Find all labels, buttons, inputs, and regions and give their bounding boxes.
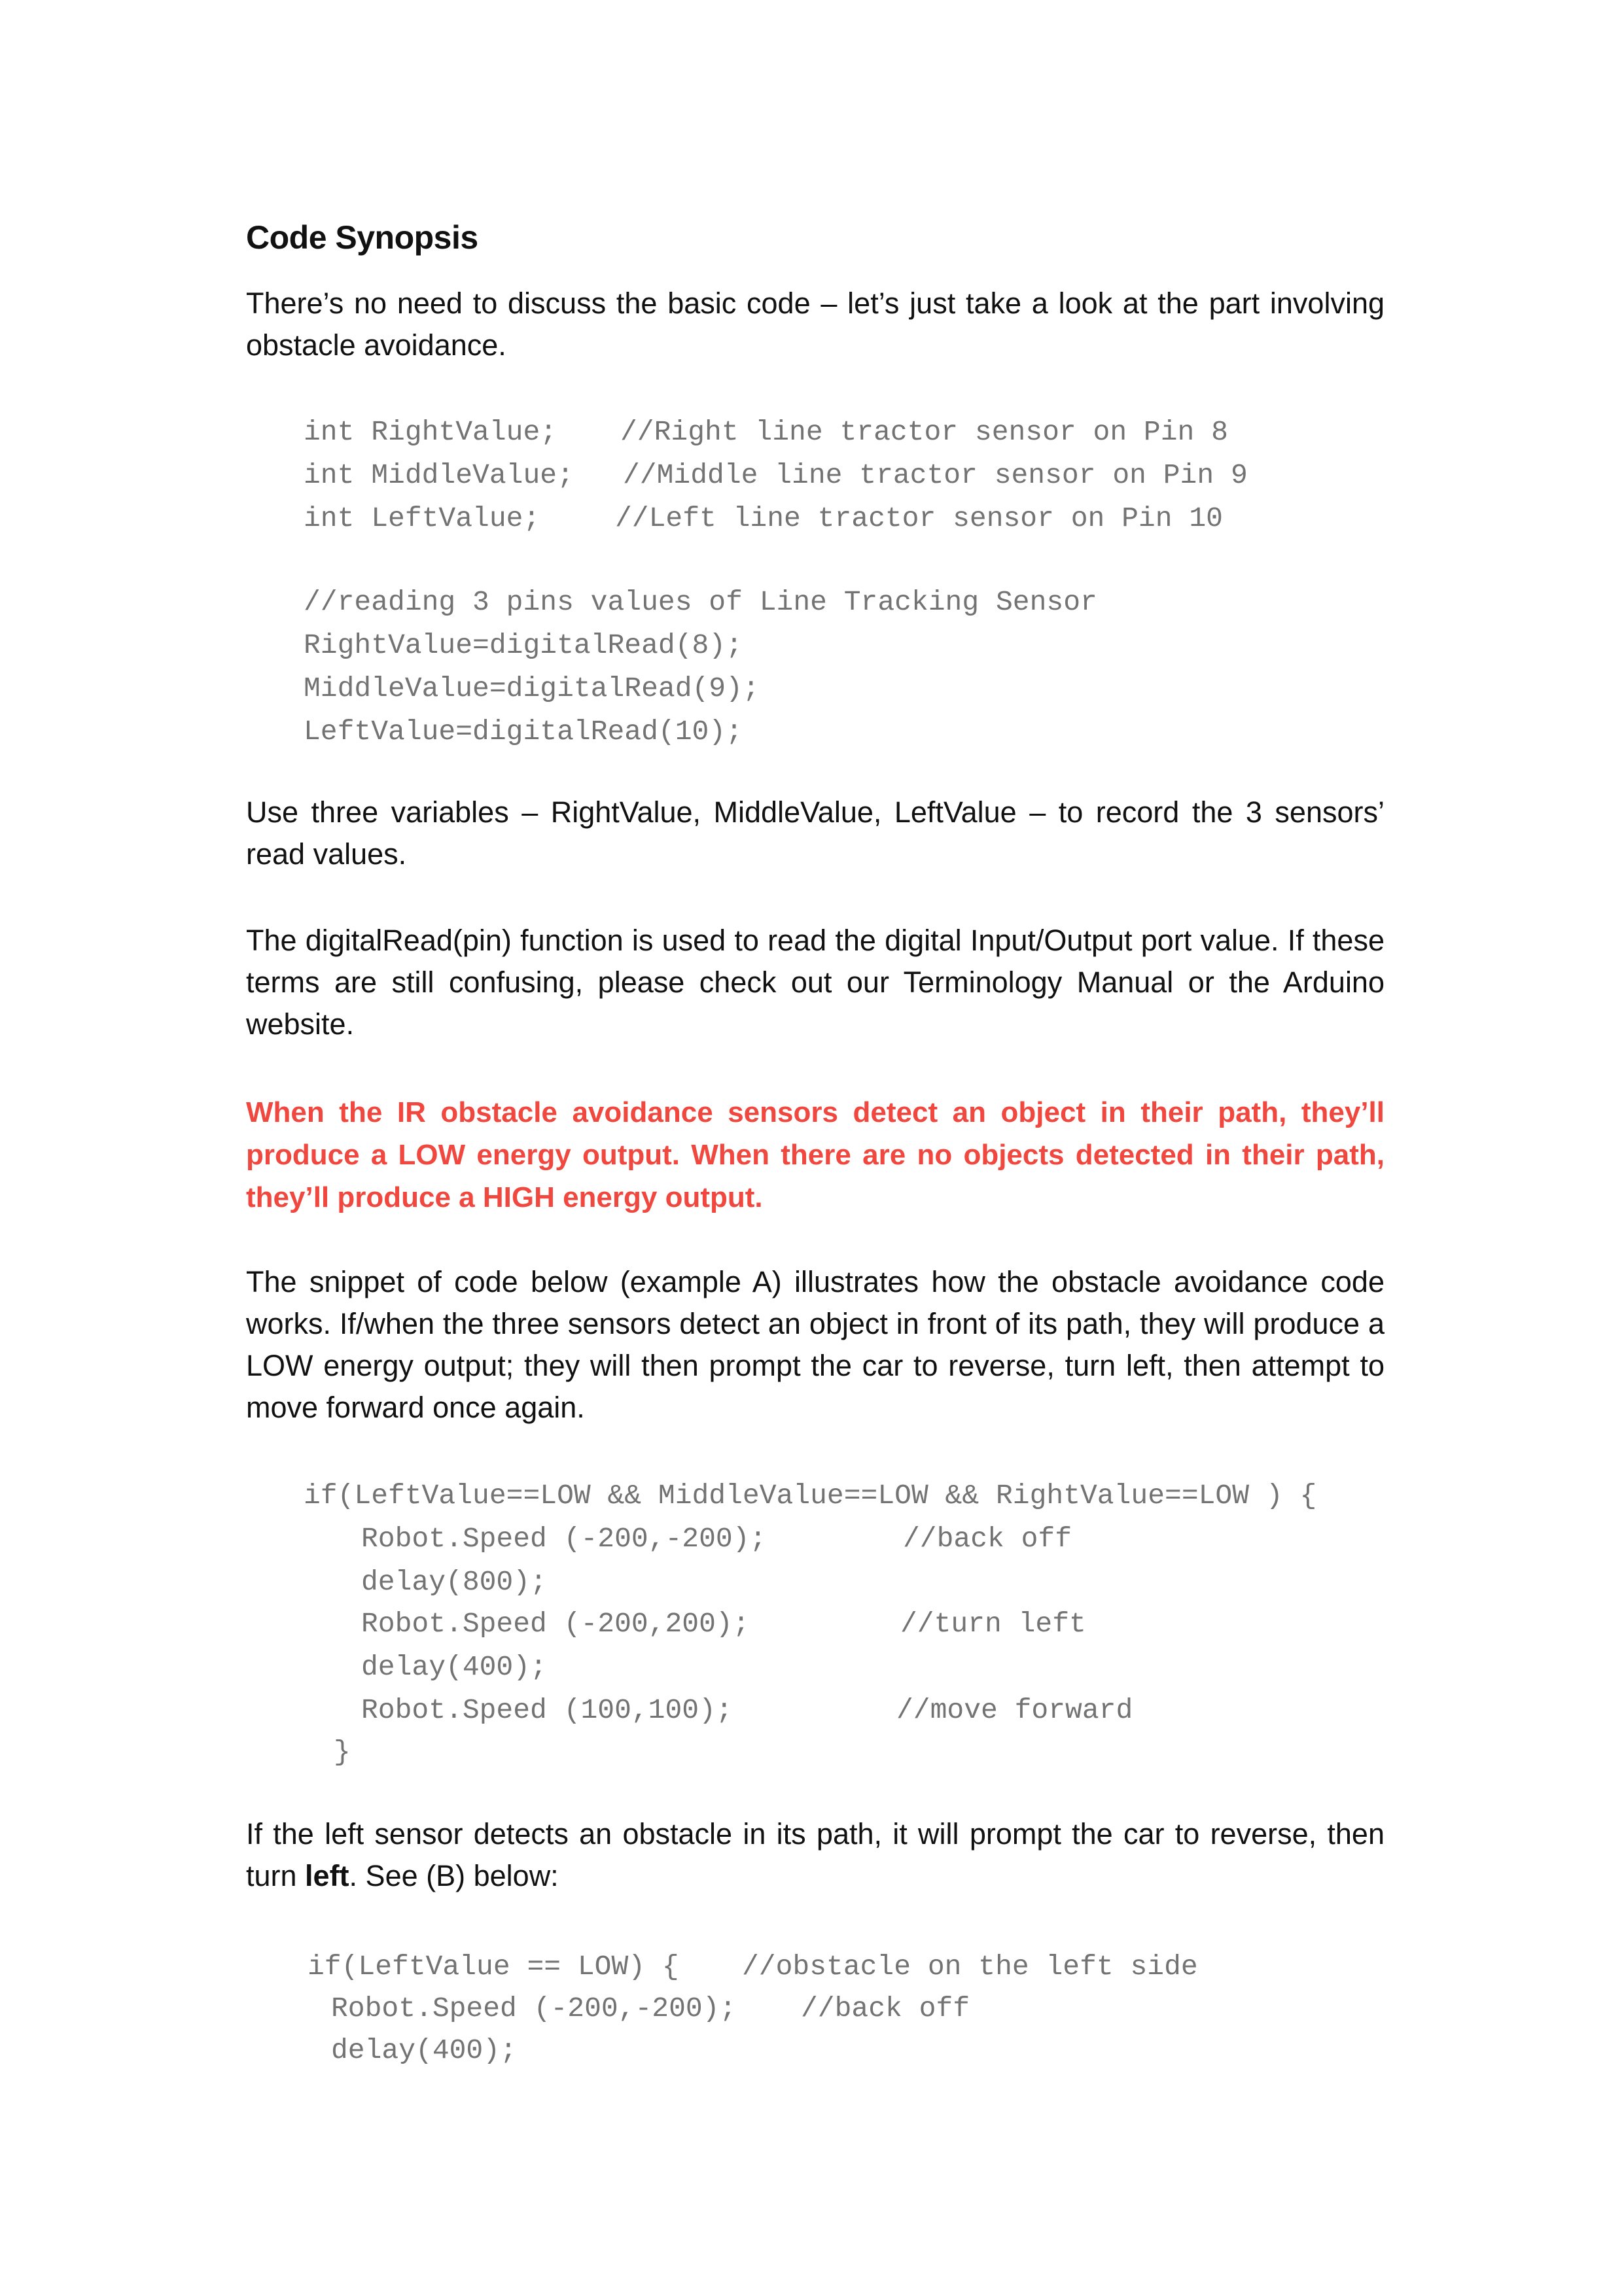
document-page: Code Synopsis There’s no need to discuss… bbox=[0, 0, 1624, 2296]
code-line: delay(800); bbox=[361, 1566, 547, 1598]
example-a-paragraph: The snippet of code below (example A) il… bbox=[246, 1265, 1385, 1424]
intro-paragraph: There’s no need to discuss the basic cod… bbox=[246, 287, 1385, 362]
code-block-example-b: if(LeftValue == LOW) { //obstacle on the… bbox=[0, 0, 1198, 2066]
code-comment: //obstacle on the left side bbox=[742, 1951, 1198, 1983]
code-line: if(LeftValue == LOW) { bbox=[308, 1951, 679, 1983]
code-comment: //back off bbox=[903, 1523, 1072, 1555]
code-line: Robot.Speed (-200,-200); bbox=[331, 1992, 737, 2025]
left-emphasis: left bbox=[305, 1859, 349, 1892]
warning-paragraph: When the IR obstacle avoidance sensors d… bbox=[246, 1096, 1385, 1213]
code-line: int MiddleValue; bbox=[304, 459, 574, 491]
code-line: RightValue=digitalRead(8); bbox=[304, 629, 743, 661]
digitalread-paragraph: The digitalRead(pin) function is used to… bbox=[246, 924, 1385, 1041]
left-sensor-text-end: . See (B) below: bbox=[349, 1859, 559, 1892]
code-comment: //Right line tractor sensor on Pin 8 bbox=[620, 416, 1228, 448]
code-comment: //turn left bbox=[900, 1608, 1086, 1640]
code-line: LeftValue=digitalRead(10); bbox=[304, 716, 743, 748]
left-sensor-paragraph: If the left sensor detects an obstacle i… bbox=[246, 1813, 1385, 1897]
code-line: Robot.Speed (100,100); bbox=[361, 1694, 733, 1726]
code-line: Robot.Speed (-200,-200); bbox=[361, 1523, 767, 1555]
code-comment: //Left line tractor sensor on Pin 10 bbox=[615, 502, 1223, 534]
code-line: int LeftValue; bbox=[304, 502, 540, 534]
code-line: } bbox=[334, 1736, 351, 1768]
section-heading: Code Synopsis bbox=[246, 219, 478, 256]
code-line: Robot.Speed (-200,200); bbox=[361, 1608, 750, 1640]
code-line: int RightValue; bbox=[304, 416, 557, 448]
variables-paragraph: Use three variables – RightValue, Middle… bbox=[246, 795, 1385, 871]
code-line: delay(400); bbox=[361, 1651, 547, 1683]
code-comment: //back off bbox=[801, 1992, 970, 2025]
code-line: if(LeftValue==LOW && MiddleValue==LOW &&… bbox=[304, 1480, 1317, 1512]
code-line: delay(400); bbox=[331, 2034, 517, 2066]
code-comment: //move forward bbox=[896, 1694, 1133, 1726]
code-comment: //reading 3 pins values of Line Tracking… bbox=[304, 586, 1097, 618]
code-comment: //Middle line tractor sensor on Pin 9 bbox=[623, 459, 1248, 491]
code-line: MiddleValue=digitalRead(9); bbox=[304, 672, 760, 704]
